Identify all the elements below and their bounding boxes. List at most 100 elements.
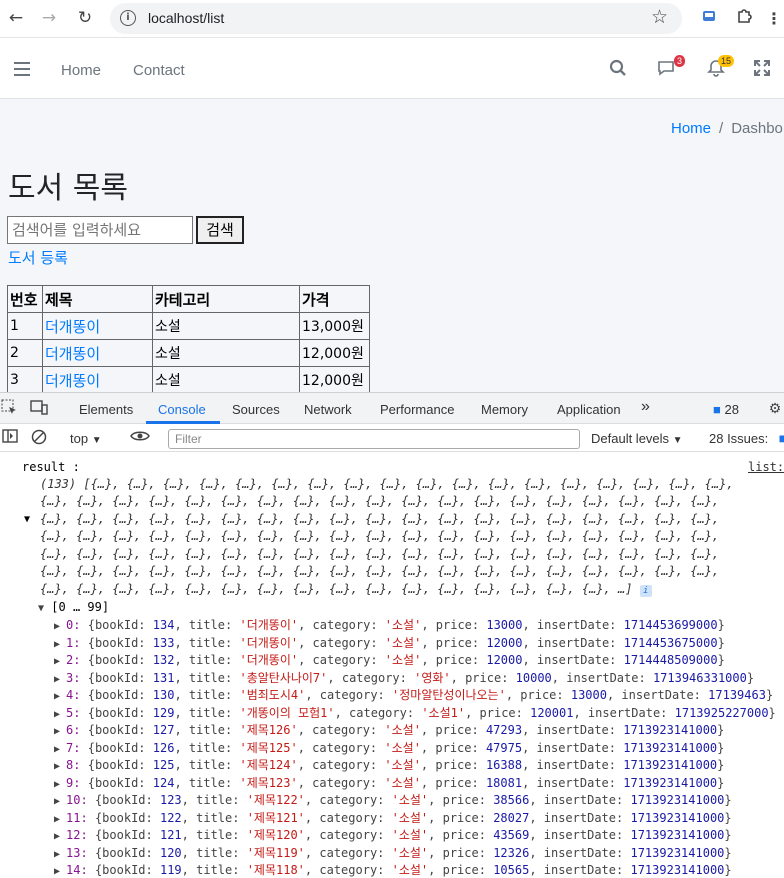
breadcrumb-home-link[interactable]: Home xyxy=(671,120,711,137)
tab-network[interactable]: Network xyxy=(304,402,352,417)
console-object-row[interactable]: ▶ 5: {bookId: 129, title: '개똥이의 모험1', ca… xyxy=(54,705,776,724)
value-title: '제목121' xyxy=(246,810,305,825)
console-filter-input[interactable]: Filter xyxy=(168,429,580,449)
key-category: , category: xyxy=(298,618,385,632)
value-title: '총알탄사나이7' xyxy=(239,670,328,685)
object-close: } xyxy=(746,670,755,685)
console-object-row[interactable]: ▶ 9: {bookId: 124, title: '제목123', categ… xyxy=(54,775,724,794)
array-expand-triangle-icon[interactable]: ▼ xyxy=(24,511,30,529)
console-object-row[interactable]: ▶ 3: {bookId: 131, title: '총알탄사나이7', cat… xyxy=(54,670,754,689)
hamburger-menu-icon[interactable] xyxy=(14,62,30,76)
item-index: 4: xyxy=(66,688,81,702)
row-expand-triangle-icon: ▶ xyxy=(54,848,67,860)
address-bar[interactable]: i localhost/list ☆ xyxy=(110,3,682,34)
console-object-row[interactable]: ▶ 1: {bookId: 133, title: '더개똥이', catego… xyxy=(54,635,725,654)
live-expression-eye-icon[interactable] xyxy=(130,429,150,447)
book-title-link[interactable]: 더개똥이 xyxy=(45,345,100,363)
array-preview-line: {…}, {…}, {…}, {…}, {…}, {…}, {…}, {…}, … xyxy=(40,564,720,578)
clear-console-icon[interactable] xyxy=(30,429,48,447)
tab-application[interactable]: Application xyxy=(557,402,621,417)
console-object-row[interactable]: ▶ 14: {bookId: 119, title: '제목118', cate… xyxy=(54,862,732,878)
context-dropdown-icon: ▼ xyxy=(91,435,102,446)
tab-performance[interactable]: Performance xyxy=(380,402,454,417)
forward-icon[interactable]: → xyxy=(37,7,61,31)
inspect-element-icon[interactable] xyxy=(0,399,18,417)
console-object-row[interactable]: ▶ 10: {bookId: 123, title: '제목122', cate… xyxy=(54,792,732,811)
extension-icon[interactable] xyxy=(697,7,721,31)
notifications-bell-icon[interactable]: 15 xyxy=(704,55,734,83)
tab-sources[interactable]: Sources xyxy=(232,402,280,417)
url-text[interactable]: localhost/list xyxy=(148,10,224,26)
row-expand-triangle-icon: ▶ xyxy=(54,673,67,685)
value-category: '소설' xyxy=(384,653,422,667)
issues-flag-icon[interactable]: ■ xyxy=(774,429,784,447)
value-book-id: 126 xyxy=(152,740,175,755)
info-icon[interactable]: i xyxy=(639,585,652,597)
value-book-id: 129 xyxy=(152,705,175,720)
search-icon[interactable] xyxy=(606,59,630,83)
console-source-link[interactable]: list: xyxy=(748,459,784,477)
value-book-id: 131 xyxy=(152,670,175,685)
console-object-row[interactable]: ▶ 8: {bookId: 125, title: '제목124', categ… xyxy=(54,757,724,776)
value-category: '소설' xyxy=(391,828,429,842)
key-price: , price: xyxy=(428,845,494,860)
extensions-puzzle-icon[interactable] xyxy=(733,7,757,31)
profile-menu-icon[interactable]: ⋮ xyxy=(762,7,784,31)
item-index: 2: xyxy=(66,653,81,667)
value-price: 12000 xyxy=(486,635,523,650)
value-insert-date: 1713923141000 xyxy=(623,775,718,790)
value-category: '소설' xyxy=(391,810,429,825)
value-insert-date: 1713923141000 xyxy=(630,810,725,825)
search-button[interactable]: 검색 xyxy=(196,216,244,244)
console-object-row[interactable]: ▶ 13: {bookId: 120, title: '제목119', cate… xyxy=(54,845,732,864)
object-close: } xyxy=(724,810,732,825)
nav-link-contact[interactable]: Contact xyxy=(133,62,185,79)
context-selector[interactable]: top ▼ xyxy=(70,431,102,446)
row-number: 1 xyxy=(7,312,43,340)
issues-summary[interactable]: 28 Issues: xyxy=(709,431,768,446)
array-preview-header[interactable]: (133) [{…}, {…}, {…}, {…}, {…}, {…}, {…}… xyxy=(40,476,734,494)
tab-console[interactable]: Console xyxy=(158,402,206,417)
fullscreen-icon[interactable] xyxy=(750,59,774,83)
issues-count: 28 xyxy=(724,402,739,417)
console-object-row[interactable]: ▶ 7: {bookId: 126, title: '제목125', categ… xyxy=(54,740,724,759)
book-title-link[interactable]: 더개똥이 xyxy=(45,372,100,390)
back-icon[interactable]: ← xyxy=(4,7,28,31)
reload-icon[interactable]: ↻ xyxy=(73,7,97,31)
bookmark-star-icon[interactable]: ☆ xyxy=(651,6,668,28)
settings-gear-icon[interactable]: ⚙ xyxy=(766,399,784,417)
key-price: , price: xyxy=(428,863,494,877)
key-title: , title: xyxy=(174,670,240,685)
value-title: '더개똥이' xyxy=(239,635,299,650)
key-price: , price: xyxy=(421,618,487,632)
sidebar-toggle-icon[interactable] xyxy=(1,429,19,447)
array-preview-line: {…}, {…}, {…}, {…}, {…}, {…}, {…}, {…}, … xyxy=(40,512,720,526)
log-levels-dropdown[interactable]: Default levels ▼ xyxy=(591,431,683,446)
console-object-row[interactable]: ▶ 2: {bookId: 132, title: '더개똥이', catego… xyxy=(54,652,725,671)
tab-elements[interactable]: Elements xyxy=(79,402,133,417)
console-object-row[interactable]: ▶ 6: {bookId: 127, title: '제목126', categ… xyxy=(54,722,724,741)
site-info-icon[interactable]: i xyxy=(120,10,136,26)
row-expand-triangle-icon: ▶ xyxy=(54,866,67,877)
nav-link-home[interactable]: Home xyxy=(61,62,101,79)
book-register-link[interactable]: 도서 등록 xyxy=(8,247,68,268)
console-object-row[interactable]: ▶ 4: {bookId: 130, title: '범죄도시4', categ… xyxy=(54,687,773,706)
key-insert-date: , insertDate: xyxy=(522,775,624,790)
more-tabs-chevron-icon[interactable]: » xyxy=(641,398,650,416)
array-group-row[interactable]: ▼ [0 … 99] xyxy=(38,599,109,618)
value-price: 13000 xyxy=(486,618,523,632)
book-title-link[interactable]: 더개똥이 xyxy=(45,318,100,336)
console-result-label: result : xyxy=(22,460,80,474)
issues-counter[interactable]: ■ 28 xyxy=(713,402,739,417)
tab-memory[interactable]: Memory xyxy=(481,402,528,417)
console-object-row[interactable]: ▶ 0: {bookId: 134, title: '더개똥이', catego… xyxy=(54,617,725,636)
console-object-row[interactable]: ▶ 12: {bookId: 121, title: '제목120', cate… xyxy=(54,827,732,846)
object-close: } xyxy=(717,740,725,755)
device-toolbar-icon[interactable] xyxy=(30,399,48,417)
search-input[interactable] xyxy=(7,216,193,244)
messages-icon[interactable]: 3 xyxy=(655,55,685,83)
value-book-id: 124 xyxy=(152,775,175,790)
table-row: 3 더개똥이 소설 12,000원 xyxy=(7,366,370,392)
value-insert-date: 1713923141000 xyxy=(623,758,718,772)
console-object-row[interactable]: ▶ 11: {bookId: 122, title: '제목121', cate… xyxy=(54,810,732,829)
